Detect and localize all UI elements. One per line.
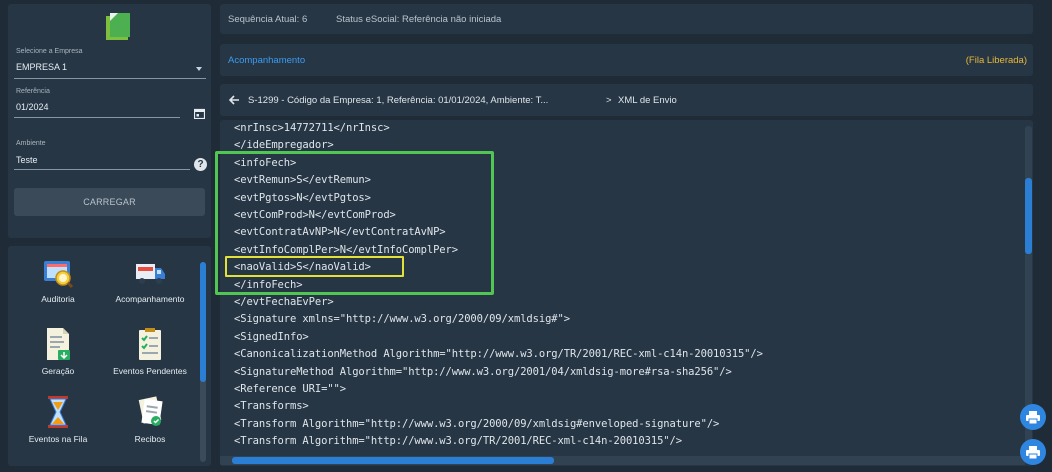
menu-scrollbar[interactable] (200, 262, 206, 462)
xml-line: <Reference URI=""> (234, 383, 346, 395)
status-bar: Sequência Atual: 6 Status eSocial: Refer… (220, 4, 1033, 34)
print-button-secondary[interactable] (1020, 439, 1046, 465)
xml-line: <SignedInfo> (234, 330, 309, 343)
app-logo-icon (106, 13, 130, 40)
print-button[interactable] (1020, 404, 1046, 430)
menu-item-receipts[interactable]: Recibos (102, 394, 198, 450)
company-select[interactable]: EMPRESA 1 (16, 62, 67, 72)
menu-item-label: Recibos (134, 434, 166, 444)
tracking-title[interactable]: Acompanhamento (228, 55, 305, 66)
tracking-bar: Acompanhamento (Fila Liberada) (220, 44, 1033, 76)
highlight-naovalid-line (225, 256, 404, 277)
reference-input[interactable]: 01/2024 (16, 102, 49, 112)
xml-horizontal-scrollbar[interactable] (220, 456, 1025, 465)
menu-item-label: Eventos na Fila (28, 434, 88, 444)
generation-document-icon (47, 328, 70, 360)
menu-item-label: Acompanhamento (115, 294, 185, 304)
menu-item-queued-events[interactable]: Eventos na Fila (10, 394, 106, 450)
menu-item-label: Eventos Pendentes (113, 366, 187, 376)
filter-panel: Selecione a Empresa EMPRESA 1 Referência… (8, 4, 211, 238)
xml-line: <Transform Algorithm="http://www.w3.org/… (234, 417, 720, 430)
menu-item-pending-events[interactable]: Eventos Pendentes (102, 326, 198, 382)
queue-status: (Fila Liberada) (965, 55, 1027, 66)
environment-input[interactable]: Teste (16, 155, 38, 165)
xml-line: <Signature xmlns="http://www.w3.org/2000… (234, 313, 570, 326)
chevron-down-icon[interactable] (196, 67, 202, 71)
help-icon[interactable]: ? (194, 158, 207, 171)
xml-line: <Transforms> (234, 400, 309, 413)
back-arrow-icon[interactable] (229, 95, 240, 105)
reference-label: Referência (16, 88, 50, 95)
menu-item-label: Geração (41, 366, 75, 376)
menu-panel: Auditoria Acompanhamento Geração Eventos… (8, 246, 211, 466)
queue-hourglass-icon (48, 396, 68, 428)
xml-vertical-scrollbar-thumb[interactable] (1025, 178, 1032, 254)
breadcrumb: S-1299 - Código da Empresa: 1, Referênci… (220, 84, 1033, 116)
environment-label: Ambiente (16, 140, 46, 147)
xml-line: <SignatureMethod Algorithm="http://www.w… (234, 365, 732, 378)
xml-line: <Transform Algorithm="http://www.w3.org/… (234, 435, 682, 448)
printer-icon (1026, 445, 1040, 459)
xml-line: </ideEmpregador> (234, 139, 334, 152)
calendar-icon[interactable] (194, 108, 205, 119)
xml-line: <nrInsc>14772711</nrInsc> (234, 122, 390, 134)
menu-item-tracking[interactable]: Acompanhamento (102, 256, 198, 312)
menu-item-generation[interactable]: Geração (10, 326, 106, 382)
menu-item-audit[interactable]: Auditoria (10, 256, 106, 312)
breadcrumb-current: XML de Envio (618, 95, 677, 106)
audit-icon (44, 261, 74, 289)
pending-events-icon (139, 328, 161, 360)
current-sequence: Sequência Atual: 6 (228, 14, 308, 25)
menu-item-label: Auditoria (41, 294, 75, 304)
load-button[interactable]: CARREGAR (14, 188, 205, 216)
esocial-status: Status eSocial: Referência não iniciada (336, 14, 502, 25)
breadcrumb-event[interactable]: S-1299 - Código da Empresa: 1, Referênci… (248, 95, 548, 106)
xml-line: </evtFechaEvPer> (234, 296, 334, 308)
breadcrumb-separator: > (606, 95, 612, 106)
menu-scrollbar-thumb[interactable] (200, 262, 206, 382)
tracking-truck-icon (136, 264, 165, 284)
company-label: Selecione a Empresa (16, 48, 83, 55)
xml-line: <CanonicalizationMethod Algorithm="http:… (234, 348, 763, 361)
receipts-icon (138, 396, 163, 426)
xml-horizontal-scrollbar-thumb[interactable] (232, 457, 554, 464)
printer-icon (1026, 410, 1040, 424)
